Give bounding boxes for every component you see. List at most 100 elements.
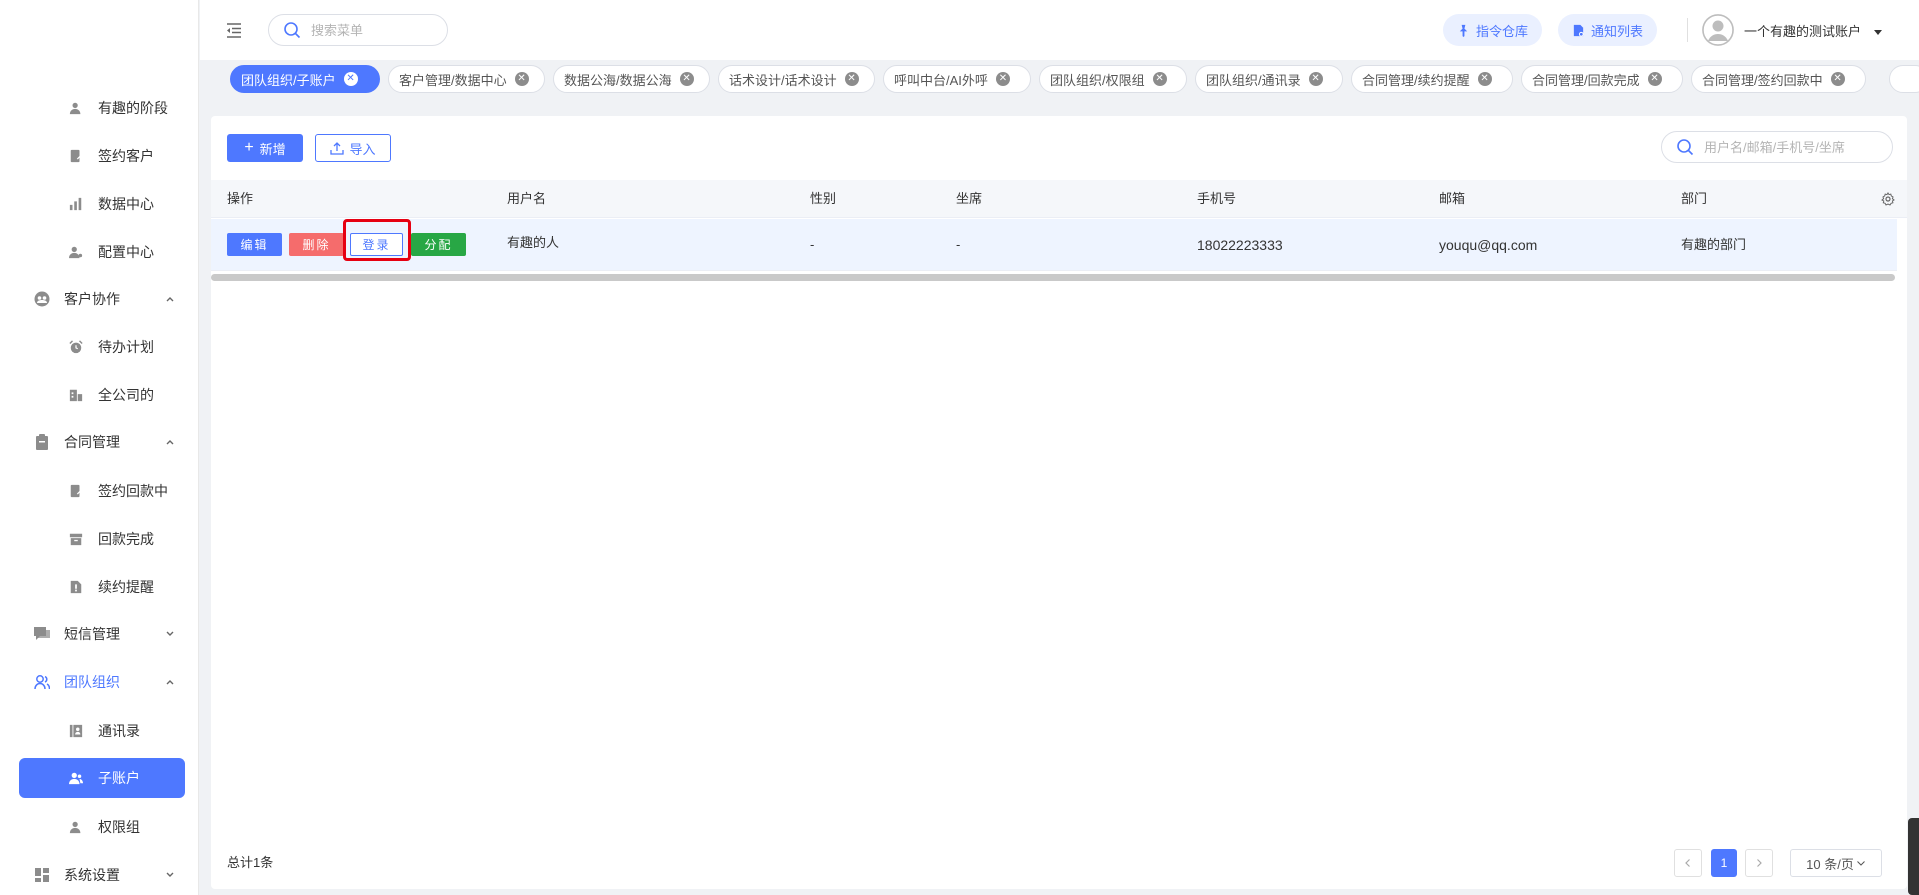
close-icon[interactable]: ✕ bbox=[1308, 72, 1323, 86]
sidebar-group-team-org[interactable]: 团队组织 bbox=[0, 662, 198, 702]
tag-team-sub-account[interactable]: 团队组织/子账户 ✕ bbox=[230, 65, 380, 93]
delete-button[interactable]: 删除 bbox=[289, 233, 344, 256]
edit-button[interactable]: 编辑 bbox=[227, 233, 282, 256]
user-menu[interactable]: 一个有趣的测试账户 bbox=[1702, 13, 1883, 47]
close-icon[interactable]: ✕ bbox=[1647, 72, 1662, 86]
document-edit-icon bbox=[68, 483, 84, 499]
person-icon bbox=[68, 819, 84, 835]
sidebar-group-label: 客户协作 bbox=[64, 291, 120, 307]
tag-label: 团队组织/子账户 bbox=[241, 72, 336, 88]
close-icon[interactable]: ✕ bbox=[844, 72, 859, 86]
menu-fold-icon[interactable] bbox=[224, 20, 244, 40]
sidebar-item-whole-company[interactable]: 全公司的 bbox=[0, 375, 198, 415]
tag-team-permission[interactable]: 团队组织/权限组 ✕ bbox=[1039, 65, 1187, 93]
gear-icon[interactable] bbox=[1881, 192, 1895, 206]
sidebar-item-payment-complete[interactable]: 回款完成 bbox=[0, 519, 198, 559]
menu-search-input[interactable] bbox=[311, 22, 431, 38]
sidebar-item-label: 续约提醒 bbox=[98, 579, 154, 595]
table-row: 编辑 删除 登录 分配 有趣的人 - - 18022223333 youqu@q… bbox=[211, 219, 1897, 271]
close-icon[interactable]: ✕ bbox=[514, 72, 529, 86]
building-icon bbox=[68, 387, 84, 403]
alarm-clock-icon bbox=[68, 339, 84, 355]
table-search-box[interactable] bbox=[1661, 131, 1893, 163]
cell-gender: - bbox=[810, 237, 815, 252]
close-icon[interactable]: ✕ bbox=[1477, 72, 1492, 86]
table-search-input[interactable] bbox=[1704, 139, 1874, 155]
header-divider bbox=[1687, 18, 1688, 42]
sidebar-item-signed-customers[interactable]: 签约客户 bbox=[0, 136, 198, 176]
sidebar-item-config-center[interactable]: 配置中心 bbox=[0, 232, 198, 272]
search-icon bbox=[283, 21, 301, 39]
command-library-button[interactable]: 指令仓库 bbox=[1443, 14, 1543, 46]
sidebar-item-label: 配置中心 bbox=[98, 244, 154, 260]
assign-button[interactable]: 分配 bbox=[411, 233, 466, 256]
close-icon[interactable]: ✕ bbox=[1152, 72, 1167, 86]
close-icon[interactable]: ✕ bbox=[679, 72, 694, 86]
tag-label: 客户管理/数据中心 bbox=[399, 72, 507, 88]
document-edit-icon bbox=[68, 148, 84, 164]
main-card: + 新增 导入 操作 用户名 性别 坐席 手机号 邮箱 部门 编辑 删除 登录 … bbox=[211, 116, 1907, 889]
horizontal-scrollbar[interactable] bbox=[211, 274, 1895, 281]
upload-icon bbox=[330, 142, 345, 155]
tag-label: 团队组织/通讯录 bbox=[1206, 72, 1301, 88]
tag-label: 数据公海/数据公海 bbox=[564, 72, 672, 88]
chat-icon bbox=[34, 626, 50, 642]
tag-ai-call[interactable]: 呼叫中台/AI外呼 ✕ bbox=[883, 65, 1031, 93]
sidebar-group-sms-mgmt[interactable]: 短信管理 bbox=[0, 614, 198, 654]
next-page-button[interactable] bbox=[1745, 849, 1773, 877]
sidebar-item-renewal-reminder[interactable]: 续约提醒 bbox=[0, 567, 198, 607]
sidebar-group-customer-collab[interactable]: 客户协作 bbox=[0, 279, 198, 319]
chevron-up-icon bbox=[163, 675, 177, 689]
import-button[interactable]: 导入 bbox=[315, 134, 391, 162]
tag-label: 合同管理/签约回款中 bbox=[1702, 72, 1823, 88]
close-icon[interactable]: ✕ bbox=[995, 72, 1010, 86]
tag-data-sea[interactable]: 数据公海/数据公海 ✕ bbox=[553, 65, 710, 93]
cell-username: 有趣的人 bbox=[507, 235, 560, 250]
tag-contract-payment-complete[interactable]: 合同管理/回款完成 ✕ bbox=[1521, 65, 1683, 93]
pin-icon bbox=[1459, 24, 1468, 37]
tag-contract-signing-payment[interactable]: 合同管理/签约回款中 ✕ bbox=[1691, 65, 1866, 93]
sidebar-item-signing-payment[interactable]: 签约回款中 bbox=[0, 471, 198, 511]
login-button-highlight bbox=[343, 219, 411, 261]
notice-list-label: 通知列表 bbox=[1591, 23, 1644, 39]
sidebar-item-label: 有趣的阶段 bbox=[98, 100, 168, 116]
sidebar-item-data-center[interactable]: 数据中心 bbox=[0, 184, 198, 224]
sidebar-group-contract-mgmt[interactable]: 合同管理 bbox=[0, 422, 198, 462]
sidebar-item-sub-account[interactable]: 子账户 bbox=[19, 758, 185, 798]
sidebar-item-permission-group[interactable]: 权限组 bbox=[0, 807, 198, 847]
username: 一个有趣的测试账户 bbox=[1744, 23, 1862, 39]
sidebar-item-todo-plan[interactable]: 待办计划 bbox=[0, 327, 198, 367]
page-size-select[interactable]: 10 条/页 bbox=[1790, 849, 1882, 877]
total-count: 总计1条 bbox=[227, 855, 274, 870]
floating-side-widget[interactable] bbox=[1908, 818, 1919, 895]
contacts-icon bbox=[68, 723, 84, 739]
sidebar: 有趣的阶段 签约客户 数据中心 配置中心 客户协作 待办计划 全公司的 合同管理… bbox=[0, 0, 199, 895]
close-icon[interactable]: ✕ bbox=[1830, 72, 1845, 86]
search-icon bbox=[1676, 138, 1694, 156]
tag-overflow[interactable] bbox=[1889, 65, 1919, 93]
command-library-label: 指令仓库 bbox=[1476, 23, 1529, 39]
prev-page-button[interactable] bbox=[1674, 849, 1702, 877]
column-header-email: 邮箱 bbox=[1439, 191, 1466, 206]
file-notice-icon bbox=[1573, 24, 1584, 37]
page-number-current[interactable]: 1 bbox=[1711, 849, 1737, 877]
dashboard-icon bbox=[34, 867, 50, 883]
tag-team-contacts[interactable]: 团队组织/通讯录 ✕ bbox=[1195, 65, 1343, 93]
close-icon[interactable]: ✕ bbox=[343, 72, 358, 86]
cell-seat: - bbox=[956, 237, 961, 252]
archive-icon bbox=[68, 531, 84, 547]
chevron-up-icon bbox=[163, 292, 177, 306]
tag-contract-renewal[interactable]: 合同管理/续约提醒 ✕ bbox=[1351, 65, 1513, 93]
column-header-username: 用户名 bbox=[507, 191, 547, 206]
add-button[interactable]: + 新增 bbox=[227, 134, 303, 162]
sidebar-group-system-settings[interactable]: 系统设置 bbox=[0, 855, 198, 895]
menu-search-box[interactable] bbox=[268, 14, 448, 46]
sidebar-item-interesting-stage[interactable]: 有趣的阶段 bbox=[0, 88, 198, 128]
tag-script-design[interactable]: 话术设计/话术设计 ✕ bbox=[718, 65, 875, 93]
sidebar-item-contacts[interactable]: 通讯录 bbox=[0, 711, 198, 751]
cell-phone: 18022223333 bbox=[1197, 237, 1283, 253]
column-header-phone: 手机号 bbox=[1197, 191, 1237, 206]
sidebar-item-label: 数据中心 bbox=[98, 196, 154, 212]
tag-customer-data-center[interactable]: 客户管理/数据中心 ✕ bbox=[388, 65, 545, 93]
notice-list-button[interactable]: 通知列表 bbox=[1558, 14, 1658, 46]
